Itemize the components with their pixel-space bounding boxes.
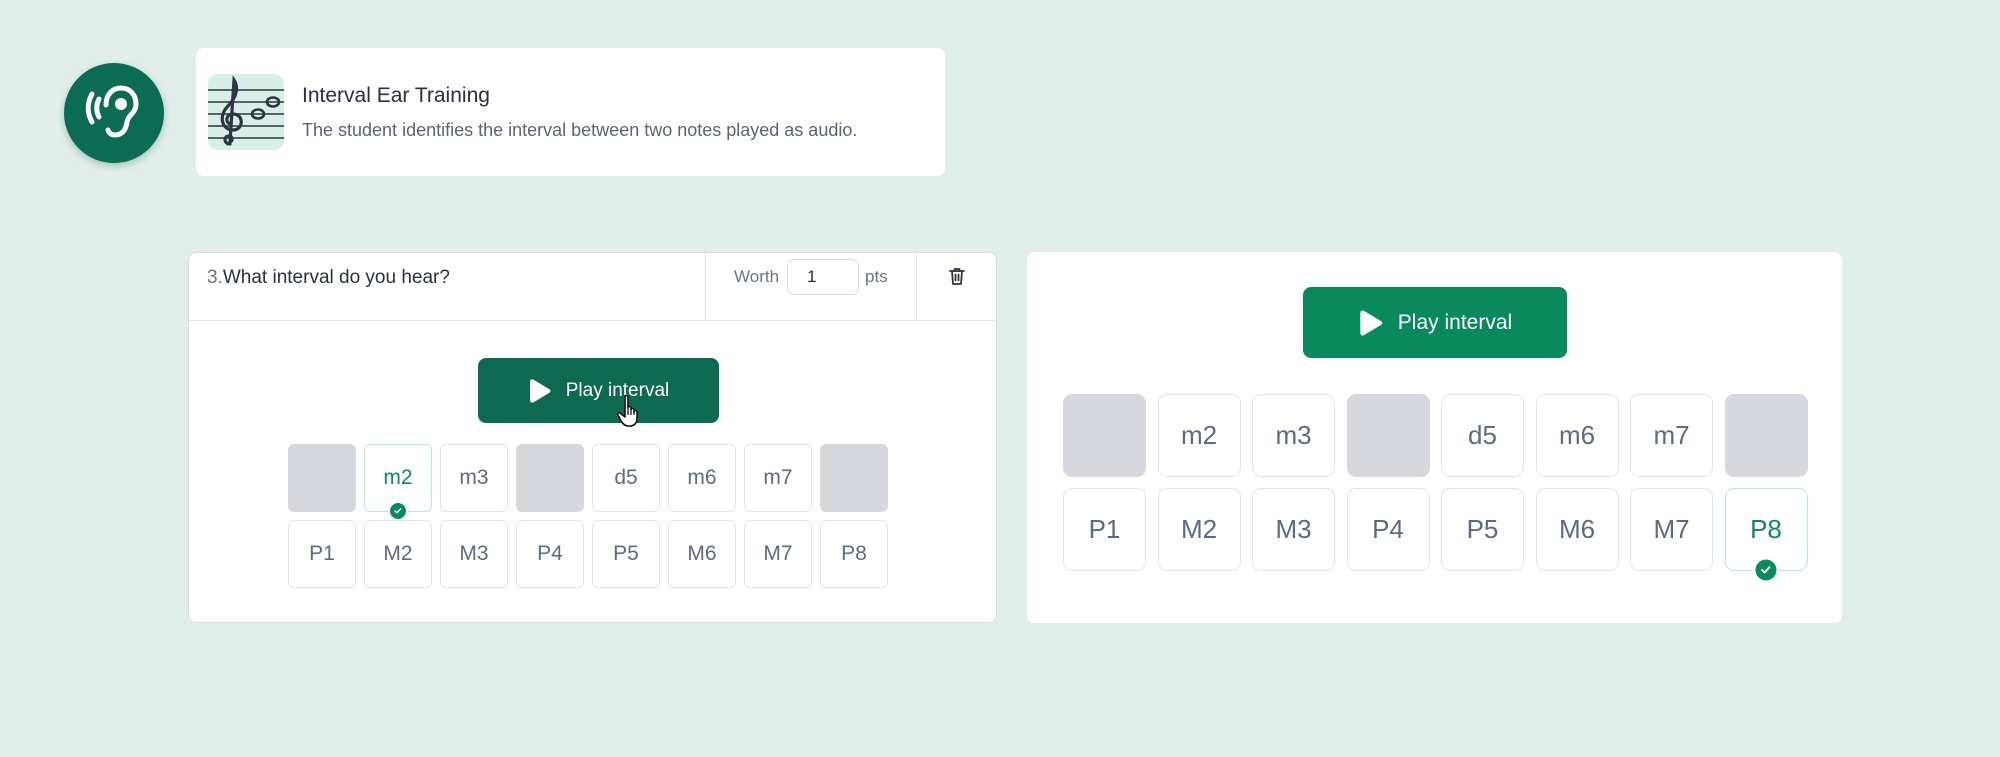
- interval-option-m2[interactable]: m2: [364, 444, 432, 521]
- ear-icon: [82, 79, 146, 148]
- interval-option-empty: [516, 444, 584, 512]
- interval-option-label: P4: [1372, 514, 1404, 544]
- interval-option-p4[interactable]: P4: [1346, 488, 1430, 571]
- interval-option-label: m7: [763, 466, 793, 489]
- student-preview: Play interval m2 m3 d5 m6 m7 P1 M2 M3 P4 P5 M6 M7 P8: [1027, 252, 1842, 623]
- interval-option-m7[interactable]: m7: [744, 444, 812, 512]
- hand-pointer-cursor-icon: [616, 394, 643, 433]
- interval-option-m6[interactable]: M6: [1535, 488, 1619, 571]
- treble-clef-staff-icon: [208, 74, 284, 150]
- interval-option-p5[interactable]: P5: [592, 520, 660, 588]
- worth-label: Worth: [734, 267, 780, 286]
- interval-option-label: m7: [1653, 420, 1690, 450]
- interval-option-label: M2: [383, 542, 413, 565]
- interval-option-label: P5: [613, 542, 639, 565]
- interval-option-label: M7: [1653, 514, 1690, 544]
- interval-option-label: m2: [1180, 420, 1218, 450]
- interval-option-label: M6: [687, 542, 717, 565]
- points-input[interactable]: [787, 259, 860, 295]
- interval-option-empty: [1346, 394, 1430, 477]
- interval-option-m3[interactable]: M3: [1252, 488, 1335, 571]
- ear-badge: [64, 63, 164, 163]
- play-interval-button[interactable]: Play interval: [478, 358, 719, 423]
- interval-option-m6[interactable]: m6: [1535, 394, 1619, 477]
- interval-option-label: P4: [537, 542, 563, 565]
- activity-title: Interval Ear Training: [302, 83, 490, 107]
- interval-option-empty: [1063, 394, 1146, 477]
- interval-option-m6[interactable]: M6: [668, 520, 736, 588]
- activity-description: The student identifies the interval betw…: [302, 119, 858, 140]
- activity-info-card: Interval Ear Training The student identi…: [196, 48, 945, 176]
- play-icon: [528, 377, 552, 405]
- interval-option-d5[interactable]: d5: [1441, 394, 1524, 477]
- interval-option-m7[interactable]: M7: [1630, 488, 1713, 571]
- interval-option-empty: [1724, 394, 1808, 477]
- play-icon: [1358, 308, 1384, 338]
- interval-option-label: M3: [459, 542, 489, 565]
- interval-option-p1[interactable]: P1: [288, 520, 356, 588]
- interval-option-p1[interactable]: P1: [1063, 488, 1146, 571]
- interval-option-label: P5: [1466, 514, 1499, 544]
- interval-option-m2[interactable]: M2: [1157, 488, 1241, 571]
- play-interval-button[interactable]: Play interval: [1303, 287, 1567, 358]
- interval-option-label: P8: [841, 542, 867, 565]
- interval-option-label: P8: [1750, 514, 1782, 544]
- delete-question-button[interactable]: [916, 253, 996, 320]
- question-editor: 3.What interval do you hear? Worth pts P…: [188, 252, 997, 623]
- interval-option-m7[interactable]: M7: [744, 520, 812, 588]
- interval-option-m2[interactable]: M2: [364, 520, 432, 588]
- interval-option-empty: [288, 444, 356, 512]
- points-section: Worth pts: [705, 253, 916, 320]
- interval-option-p4[interactable]: P4: [516, 520, 584, 588]
- interval-option-m3[interactable]: m3: [440, 444, 508, 512]
- interval-option-label: m6: [687, 466, 717, 489]
- interval-option-empty: [820, 444, 888, 512]
- question-text: What interval do you hear?: [222, 267, 450, 288]
- interval-option-label: P1: [309, 542, 335, 565]
- play-interval-label: Play interval: [1397, 310, 1513, 334]
- interval-option-p8[interactable]: P8: [820, 520, 888, 588]
- interval-option-m6[interactable]: m6: [668, 444, 736, 512]
- interval-option-p8[interactable]: P8: [1724, 488, 1808, 583]
- interval-option-label: d5: [1468, 420, 1497, 450]
- question-number: 3.: [207, 267, 223, 288]
- question-header: 3.What interval do you hear? Worth pts: [189, 253, 996, 321]
- interval-option-m2[interactable]: m2: [1157, 394, 1241, 477]
- interval-option-label: M7: [763, 542, 793, 565]
- interval-option-label: d5: [614, 466, 638, 489]
- trash-icon: [948, 267, 965, 320]
- interval-option-m3[interactable]: m3: [1252, 394, 1335, 477]
- selected-check-icon: [388, 501, 408, 521]
- selected-check-icon: [1753, 557, 1779, 583]
- interval-option-label: M2: [1180, 514, 1218, 544]
- interval-option-d5[interactable]: d5: [592, 444, 660, 512]
- interval-option-label: m3: [1275, 420, 1312, 450]
- interval-option-label: M6: [1558, 514, 1596, 544]
- interval-option-m3[interactable]: M3: [440, 520, 508, 588]
- interval-option-label: m6: [1558, 420, 1596, 450]
- points-unit-label: pts: [865, 267, 888, 286]
- question-title[interactable]: 3.What interval do you hear?: [189, 253, 705, 320]
- interval-option-label: P1: [1088, 514, 1121, 544]
- interval-option-p5[interactable]: P5: [1441, 488, 1524, 571]
- interval-option-label: m3: [459, 466, 489, 489]
- interval-option-label: M3: [1275, 514, 1312, 544]
- interval-option-m7[interactable]: m7: [1630, 394, 1713, 477]
- interval-option-label: m2: [383, 466, 413, 489]
